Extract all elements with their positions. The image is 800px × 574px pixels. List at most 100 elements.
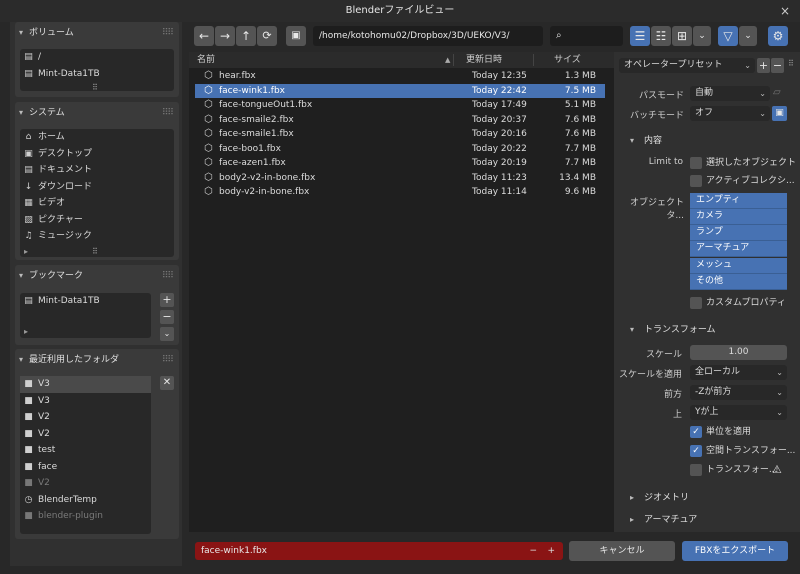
- file-row[interactable]: ⬡ face-smaile2.fbx Today 20:37 7.6 MB: [195, 113, 605, 128]
- apply-scaling-dropdown[interactable]: 全ローカル ⌄: [690, 365, 787, 380]
- file-row[interactable]: ⬡ hear.fbx Today 12:35 1.3 MB: [195, 69, 605, 84]
- search-input[interactable]: ⌕: [550, 26, 623, 46]
- add-preset-button[interactable]: +: [757, 58, 770, 73]
- file-row[interactable]: ⬡ face-wink1.fbx Today 22:42 7.5 MB: [195, 83, 605, 98]
- display-horizontal-button[interactable]: ☷: [651, 26, 671, 46]
- recent-folder-item[interactable]: ■ V3: [20, 376, 151, 393]
- batch-own-dir-button[interactable]: ▣: [772, 106, 787, 121]
- path-mode-dropdown[interactable]: 自動 ⌄: [690, 86, 770, 101]
- drag-grip-icon[interactable]: ⠿⠿: [162, 265, 174, 287]
- bookmark-menu-button[interactable]: ⌄: [160, 327, 174, 341]
- sidebar-item-videos[interactable]: ▦ ビデオ: [20, 195, 174, 212]
- recent-folder-item[interactable]: ■ face: [20, 459, 151, 476]
- clear-recent-button[interactable]: ✕: [160, 376, 174, 390]
- drag-grip-icon[interactable]: ⠿: [788, 59, 794, 68]
- batch-mode-dropdown[interactable]: オフ ⌄: [690, 106, 770, 121]
- file-row[interactable]: ⬡ face-boo1.fbx Today 20:22 7.7 MB: [195, 142, 605, 157]
- check-icon: ✓: [690, 426, 702, 438]
- gear-icon: ⚙: [772, 29, 784, 43]
- remove-preset-button[interactable]: −: [771, 58, 784, 73]
- sidebar-item-documents[interactable]: ▤ ドキュメント: [20, 162, 174, 179]
- recent-header[interactable]: ▾ 最近利用したフォルダ ⠿⠿: [15, 349, 179, 371]
- up-axis-dropdown[interactable]: Yが上 ⌄: [690, 405, 787, 420]
- settings-button[interactable]: ⚙: [768, 26, 788, 46]
- limit-active-collection-checkbox[interactable]: アクティブコレクシ...: [690, 174, 795, 188]
- refresh-button[interactable]: ⟳: [257, 26, 277, 46]
- custom-properties-checkbox[interactable]: カスタムプロパティ: [690, 296, 786, 310]
- object-type-empty[interactable]: エンプティ: [690, 193, 787, 209]
- geometry-section-header[interactable]: ▸ ジオメトリ: [630, 490, 689, 503]
- system-header[interactable]: ▾ システム ⠿⠿: [15, 102, 179, 124]
- object-type-other[interactable]: その他: [690, 274, 787, 290]
- close-icon[interactable]: ×: [780, 0, 790, 22]
- recent-folder-item[interactable]: ■ V3: [20, 393, 151, 410]
- object-type-camera[interactable]: カメラ: [690, 209, 787, 225]
- expand-arrow-icon[interactable]: ▸: [24, 247, 28, 256]
- operator-preset-dropdown[interactable]: オペレータープリセット ⌄: [619, 58, 755, 73]
- display-list-button[interactable]: ☰: [630, 26, 650, 46]
- list-item[interactable]: ▤ Mint-Data1TB: [20, 66, 174, 83]
- bookmarks-header[interactable]: ▾ ブックマーク ⠿⠿: [15, 265, 179, 287]
- limit-selected-checkbox[interactable]: 選択したオブジェクト: [690, 156, 796, 170]
- file-row[interactable]: ⬡ face-smaile1.fbx Today 20:16 7.6 MB: [195, 127, 605, 142]
- filter-options-dropdown[interactable]: ⌄: [739, 26, 757, 46]
- object-type-armature[interactable]: アーマチュア: [690, 241, 787, 257]
- decrement-button[interactable]: −: [529, 542, 537, 560]
- object-type-mesh[interactable]: メッシュ: [690, 258, 787, 274]
- file-row[interactable]: ⬡ body2-v2-in-bone.fbx Today 11:23 13.4 MB: [195, 171, 605, 186]
- increment-button[interactable]: +: [547, 542, 555, 560]
- remove-bookmark-button[interactable]: −: [160, 310, 174, 324]
- expand-arrow-icon[interactable]: ▸: [24, 327, 28, 336]
- drag-grip-icon[interactable]: ⠿⠿: [162, 349, 174, 371]
- recent-folder-item[interactable]: ■ V2: [20, 409, 151, 426]
- sidebar-item-music[interactable]: ♫ ミュージック: [20, 228, 174, 245]
- path-input[interactable]: /home/kotohomu02/Dropbox/3D/UEKO/V3/: [313, 26, 543, 46]
- forward-button[interactable]: →: [215, 26, 235, 46]
- drag-grip-icon[interactable]: ⠿⠿: [162, 22, 174, 44]
- scale-field[interactable]: 1.00: [690, 345, 787, 360]
- embed-textures-icon[interactable]: ▱: [773, 87, 781, 98]
- column-name[interactable]: 名前: [197, 52, 215, 68]
- recent-folder-item[interactable]: ■ blender-plugin: [20, 508, 151, 525]
- recent-folder-item[interactable]: ■ V2: [20, 475, 151, 492]
- column-date[interactable]: 更新日時: [466, 52, 502, 68]
- forward-axis-dropdown[interactable]: -Zが前方 ⌄: [690, 385, 787, 400]
- armature-section-header[interactable]: ▸ アーマチュア: [630, 512, 697, 525]
- transform-section-header[interactable]: ▾ トランスフォーム: [630, 322, 716, 335]
- file-row[interactable]: ⬡ face-azen1.fbx Today 20:19 7.7 MB: [195, 156, 605, 171]
- back-button[interactable]: ←: [194, 26, 214, 46]
- recent-folder-item[interactable]: ■ test: [20, 442, 151, 459]
- sidebar-item-bookmark[interactable]: ▤ Mint-Data1TB: [20, 293, 151, 310]
- sidebar-item-desktop[interactable]: ▣ デスクトップ: [20, 146, 174, 163]
- grip-dots-icon[interactable]: ⠿: [92, 247, 98, 256]
- sidebar-item-pictures[interactable]: ▨ ピクチャー: [20, 212, 174, 229]
- include-section-header[interactable]: ▾ 内容: [630, 133, 662, 146]
- space-transform-checkbox[interactable]: ✓ 空間トランスフォー...: [690, 444, 795, 458]
- video-icon: ▦: [24, 198, 33, 208]
- clock-icon: ◷: [24, 494, 33, 505]
- folder-icon: ▣: [775, 108, 784, 118]
- recent-folder-item[interactable]: ◷ BlenderTemp: [20, 492, 151, 509]
- display-thumbnails-button[interactable]: ⊞: [672, 26, 692, 46]
- filter-button[interactable]: ▽: [718, 26, 738, 46]
- cancel-button[interactable]: キャンセル: [569, 541, 675, 561]
- column-size[interactable]: サイズ: [554, 52, 581, 68]
- apply-unit-checkbox[interactable]: ✓ 単位を適用: [690, 425, 751, 439]
- sidebar-item-downloads[interactable]: ↓ ダウンロード: [20, 179, 174, 196]
- list-item[interactable]: ▤ /: [20, 49, 174, 66]
- filename-input[interactable]: face-wink1.fbx − +: [195, 542, 563, 560]
- file-row[interactable]: ⬡ face-tongueOut1.fbx Today 17:49 5.1 MB: [195, 98, 605, 113]
- file-row[interactable]: ⬡ body-v2-in-bone.fbx Today 11:14 9.6 MB: [195, 185, 605, 200]
- sidebar-item-home[interactable]: ⌂ ホーム: [20, 129, 174, 146]
- display-options-dropdown[interactable]: ⌄: [693, 26, 711, 46]
- recent-folder-item[interactable]: ■ V2: [20, 426, 151, 443]
- grip-dots-icon[interactable]: ⠿: [92, 83, 98, 92]
- parent-directory-button[interactable]: ↑: [236, 26, 256, 46]
- apply-transform-checkbox[interactable]: トランスフォー...: [690, 463, 777, 477]
- export-button[interactable]: FBXをエクスポート: [682, 541, 788, 561]
- object-type-lamp[interactable]: ランプ: [690, 225, 787, 241]
- drag-grip-icon[interactable]: ⠿⠿: [162, 102, 174, 124]
- volumes-header[interactable]: ▾ ボリューム ⠿⠿: [15, 22, 179, 44]
- new-folder-button[interactable]: ▣: [286, 26, 306, 46]
- add-bookmark-button[interactable]: +: [160, 293, 174, 307]
